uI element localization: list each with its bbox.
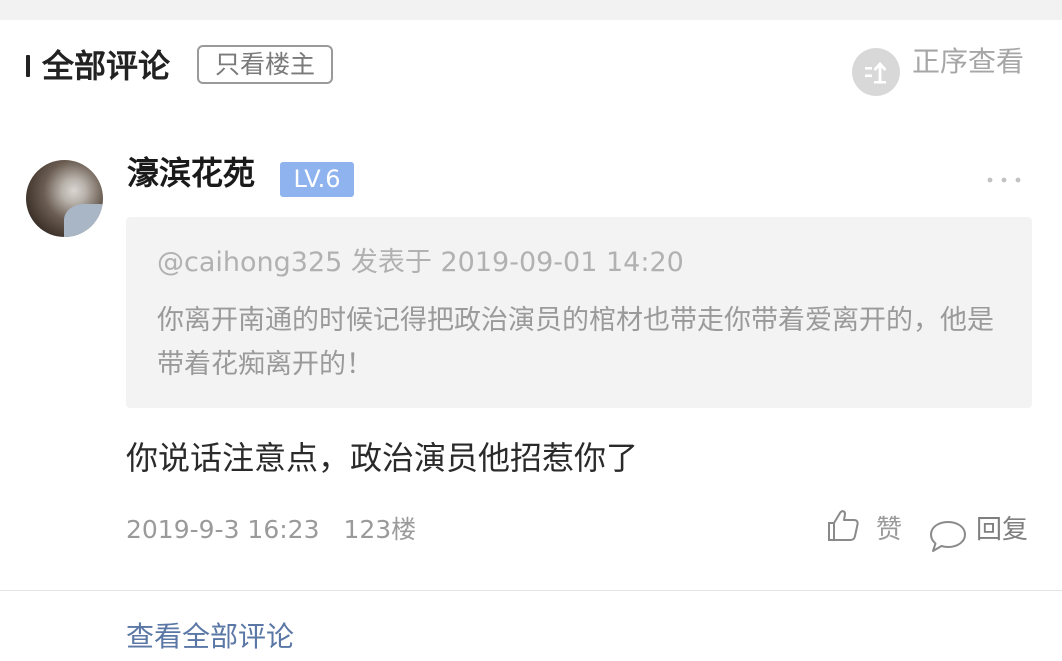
- quote-meta: @caihong325 发表于 2019-09-01 14:20: [157, 243, 1002, 283]
- sort-ascending-icon: [852, 48, 900, 96]
- like-label: 赞: [876, 515, 903, 545]
- title-accent-bar: [26, 55, 30, 77]
- sort-order-label: 正序查看: [912, 45, 1025, 78]
- divider: [0, 590, 1062, 591]
- quote-text: 你离开南通的时候记得把政治演员的棺材也带走你带着爱离开的，他是带着花痴离开的！: [157, 305, 994, 380]
- comment-meta: 2019-9-3 16:23 123楼: [126, 510, 416, 550]
- quoted-comment[interactable]: @caihong325 发表于 2019-09-01 14:20 你离开南通的时…: [126, 217, 1032, 408]
- floor-number: 123楼: [343, 515, 417, 544]
- top-bar: [0, 0, 1062, 20]
- level-badge: LV.6: [280, 162, 354, 197]
- username[interactable]: 濠滨花苑: [127, 153, 255, 193]
- reply-label: 回复: [976, 515, 1029, 545]
- avatar-detail: [64, 204, 103, 237]
- speech-bubble-icon: [930, 521, 966, 552]
- view-all-comments-link[interactable]: 查看全部评论: [126, 617, 294, 657]
- quote-posted-label: 发表于: [350, 247, 432, 278]
- comment-text: 你说话注意点，政治演员他招惹你了: [126, 439, 639, 477]
- section-title: 全部评论: [42, 47, 171, 85]
- quote-datetime: 2019-09-01 14:20: [440, 247, 684, 278]
- thumbs-up-icon: [828, 510, 859, 541]
- quote-handle[interactable]: @caihong325: [157, 247, 342, 278]
- only-op-button[interactable]: 只看楼主: [197, 45, 333, 84]
- comment-timestamp: 2019-9-3 16:23: [126, 515, 320, 544]
- more-dots-icon[interactable]: [986, 162, 1022, 198]
- avatar[interactable]: [26, 160, 103, 237]
